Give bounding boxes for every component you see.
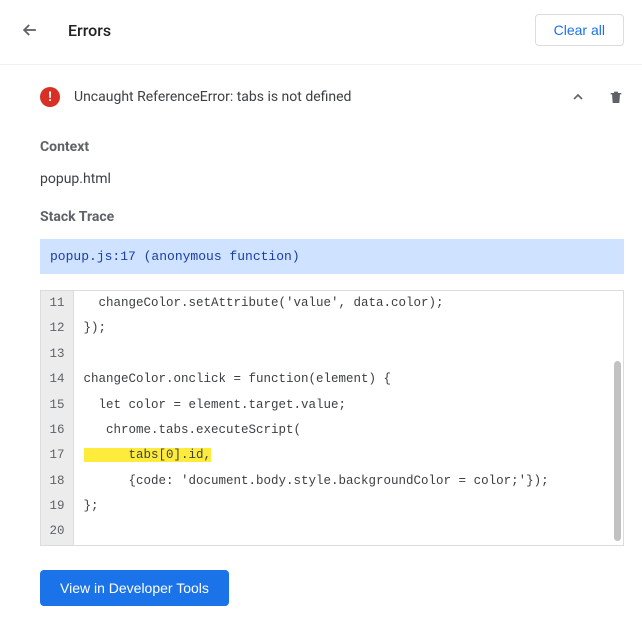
error-message: Uncaught ReferenceError: tabs is not def… [74, 89, 570, 105]
line-number: 15 [41, 393, 73, 418]
code-text: chrome.tabs.executeScript( [73, 418, 623, 443]
clear-all-button[interactable]: Clear all [535, 14, 624, 46]
code-snippet: 11 changeColor.setAttribute('value', dat… [40, 290, 624, 546]
code-line: 11 changeColor.setAttribute('value', dat… [41, 291, 623, 316]
error-row[interactable]: ! Uncaught ReferenceError: tabs is not d… [40, 83, 624, 117]
code-text: tabs[0].id, [73, 443, 623, 468]
error-detail: ! Uncaught ReferenceError: tabs is not d… [0, 65, 642, 630]
code-line: 13 [41, 342, 623, 367]
highlighted-code: tabs[0].id, [84, 448, 212, 462]
line-number: 18 [41, 469, 73, 494]
stack-frame-link[interactable]: popup.js:17 (anonymous function) [40, 239, 624, 274]
scrollbar-thumb[interactable] [614, 361, 621, 541]
code-line: 19}; [41, 494, 623, 519]
code-text [73, 519, 623, 544]
code-text: {code: 'document.body.style.backgroundCo… [73, 469, 623, 494]
page-title: Errors [68, 21, 535, 40]
code-line: 16 chrome.tabs.executeScript( [41, 418, 623, 443]
code-line: 14changeColor.onclick = function(element… [41, 367, 623, 392]
line-number: 11 [41, 291, 73, 316]
line-number: 12 [41, 316, 73, 341]
line-number: 16 [41, 418, 73, 443]
code-line: 20 [41, 519, 623, 544]
code-text: }); [73, 316, 623, 341]
view-devtools-button[interactable]: View in Developer Tools [40, 570, 229, 606]
code-text: let color = element.target.value; [73, 393, 623, 418]
page-header: Errors Clear all [0, 0, 642, 65]
code-line: 15 let color = element.target.value; [41, 393, 623, 418]
trash-icon[interactable] [608, 88, 624, 106]
line-number: 13 [41, 342, 73, 367]
line-number: 14 [41, 367, 73, 392]
line-number: 17 [41, 443, 73, 468]
line-number: 20 [41, 519, 73, 544]
error-actions [570, 88, 624, 106]
code-text: }; [73, 494, 623, 519]
code-text: changeColor.onclick = function(element) … [73, 367, 623, 392]
code-line: 12}); [41, 316, 623, 341]
code-text [73, 342, 623, 367]
back-arrow-icon[interactable] [20, 20, 40, 40]
chevron-up-icon[interactable] [570, 89, 586, 105]
code-table: 11 changeColor.setAttribute('value', dat… [41, 291, 623, 545]
code-line: 17 tabs[0].id, [41, 443, 623, 468]
context-label: Context [40, 139, 624, 155]
context-value: popup.html [40, 171, 624, 187]
code-line: 18 {code: 'document.body.style.backgroun… [41, 469, 623, 494]
code-text: changeColor.setAttribute('value', data.c… [73, 291, 623, 316]
stack-trace-label: Stack Trace [40, 209, 624, 225]
line-number: 19 [41, 494, 73, 519]
error-icon: ! [40, 87, 60, 107]
